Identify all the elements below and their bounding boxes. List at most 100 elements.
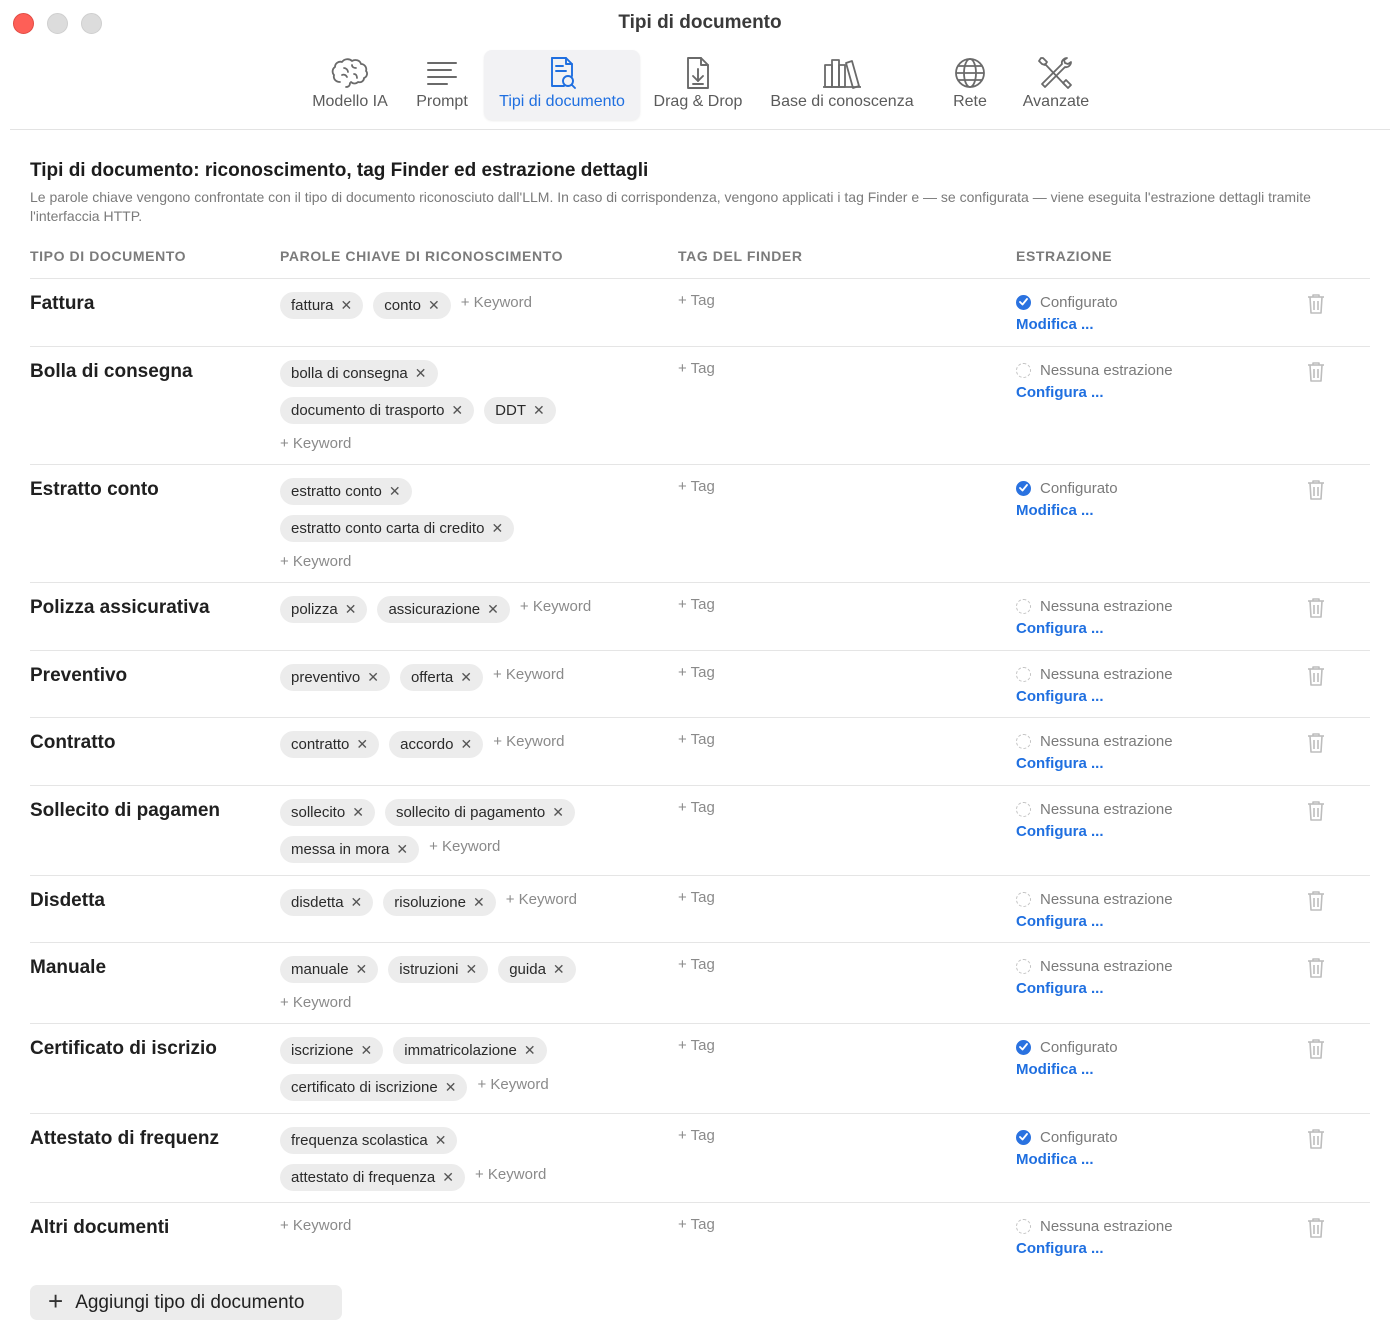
document-type-name[interactable]: Estratto conto: [30, 479, 159, 501]
delete-type-trash-icon[interactable]: [1306, 1217, 1326, 1239]
add-keyword-button[interactable]: + Keyword: [280, 992, 351, 1014]
remove-keyword-icon[interactable]: ✕: [367, 669, 379, 686]
keyword-chip-label: frequenza scolastica: [291, 1132, 428, 1149]
tab-rete[interactable]: Rete: [938, 50, 1002, 120]
add-tag-button[interactable]: + Tag: [678, 360, 715, 377]
remove-keyword-icon[interactable]: ✕: [352, 804, 364, 821]
remove-keyword-icon[interactable]: ✕: [361, 1042, 373, 1059]
add-keyword-button[interactable]: + Keyword: [280, 1215, 351, 1237]
delete-type-trash-icon[interactable]: [1306, 361, 1326, 383]
add-tag-button[interactable]: + Tag: [678, 731, 715, 748]
edit-extraction-link[interactable]: Modifica ...: [1016, 502, 1118, 519]
remove-keyword-icon[interactable]: ✕: [451, 402, 463, 419]
document-type-name[interactable]: Attestato di frequenz: [30, 1128, 219, 1150]
remove-keyword-icon[interactable]: ✕: [428, 297, 440, 314]
remove-keyword-icon[interactable]: ✕: [460, 669, 472, 686]
remove-keyword-icon[interactable]: ✕: [356, 961, 368, 978]
configure-extraction-link[interactable]: Configura ...: [1016, 755, 1173, 772]
delete-type-trash-icon[interactable]: [1306, 957, 1326, 979]
remove-keyword-icon[interactable]: ✕: [445, 1079, 457, 1096]
delete-type-trash-icon[interactable]: [1306, 293, 1326, 315]
remove-keyword-icon[interactable]: ✕: [460, 736, 472, 753]
add-keyword-button[interactable]: + Keyword: [429, 838, 500, 855]
delete-type-trash-icon[interactable]: [1306, 665, 1326, 687]
add-tag-button[interactable]: + Tag: [678, 1037, 715, 1054]
tab-prompt[interactable]: Prompt: [404, 50, 480, 120]
extraction-status: Configurato: [1016, 1037, 1118, 1057]
document-type-name[interactable]: Bolla di consegna: [30, 361, 193, 383]
document-type-name[interactable]: Contratto: [30, 732, 115, 754]
tab-base-di-conoscenza[interactable]: Base di conoscenza: [758, 50, 926, 120]
remove-keyword-icon[interactable]: ✕: [524, 1042, 536, 1059]
tab-modello-ia[interactable]: Modello IA: [300, 50, 400, 120]
configure-extraction-link[interactable]: Configura ...: [1016, 688, 1173, 705]
add-keyword-button[interactable]: + Keyword: [280, 551, 351, 573]
edit-extraction-link[interactable]: Modifica ...: [1016, 316, 1118, 333]
add-keyword-button[interactable]: + Keyword: [280, 433, 351, 455]
remove-keyword-icon[interactable]: ✕: [553, 961, 565, 978]
delete-type-trash-icon[interactable]: [1306, 800, 1326, 822]
add-keyword-button[interactable]: + Keyword: [493, 666, 564, 683]
delete-type-trash-icon[interactable]: [1306, 479, 1326, 501]
document-type-name[interactable]: Preventivo: [30, 665, 127, 687]
edit-extraction-link[interactable]: Modifica ...: [1016, 1061, 1118, 1078]
add-keyword-button[interactable]: + Keyword: [477, 1076, 548, 1093]
document-type-name[interactable]: Manuale: [30, 957, 106, 979]
configure-extraction-link[interactable]: Configura ...: [1016, 823, 1173, 840]
delete-type-trash-icon[interactable]: [1306, 597, 1326, 619]
tab-avanzate[interactable]: Avanzate: [1012, 50, 1100, 120]
add-tag-button[interactable]: + Tag: [678, 596, 715, 613]
configure-extraction-link[interactable]: Configura ...: [1016, 384, 1173, 401]
remove-keyword-icon[interactable]: ✕: [389, 483, 401, 500]
add-tag-button[interactable]: + Tag: [678, 664, 715, 681]
remove-keyword-icon[interactable]: ✕: [415, 365, 427, 382]
remove-keyword-icon[interactable]: ✕: [341, 297, 353, 314]
configure-extraction-link[interactable]: Configura ...: [1016, 913, 1173, 930]
configure-extraction-link[interactable]: Configura ...: [1016, 980, 1173, 997]
remove-keyword-icon[interactable]: ✕: [351, 894, 363, 911]
remove-keyword-icon[interactable]: ✕: [491, 520, 503, 537]
add-keyword-button[interactable]: + Keyword: [506, 891, 577, 908]
add-keyword-button[interactable]: + Keyword: [520, 598, 591, 615]
add-keyword-button[interactable]: + Keyword: [493, 733, 564, 750]
document-type-name[interactable]: Altri documenti: [30, 1217, 169, 1239]
add-tag-button[interactable]: + Tag: [678, 956, 715, 973]
document-type-name[interactable]: Polizza assicurativa: [30, 597, 210, 619]
delete-type-trash-icon[interactable]: [1306, 890, 1326, 912]
configure-extraction-link[interactable]: Configura ...: [1016, 1240, 1173, 1257]
remove-keyword-icon[interactable]: ✕: [435, 1132, 447, 1149]
add-tag-button[interactable]: + Tag: [678, 889, 715, 906]
remove-keyword-icon[interactable]: ✕: [465, 961, 477, 978]
configure-extraction-link[interactable]: Configura ...: [1016, 620, 1173, 637]
toolbar-divider: [10, 129, 1390, 130]
add-tag-button[interactable]: + Tag: [678, 292, 715, 309]
add-keyword-button[interactable]: + Keyword: [475, 1166, 546, 1183]
remove-keyword-icon[interactable]: ✕: [473, 894, 485, 911]
edit-extraction-link[interactable]: Modifica ...: [1016, 1151, 1118, 1168]
document-type-name[interactable]: Fattura: [30, 293, 94, 315]
remove-keyword-icon[interactable]: ✕: [533, 402, 545, 419]
document-type-name[interactable]: Sollecito di pagamen: [30, 800, 220, 822]
remove-keyword-icon[interactable]: ✕: [552, 804, 564, 821]
add-tag-button[interactable]: + Tag: [678, 799, 715, 816]
remove-keyword-icon[interactable]: ✕: [396, 841, 408, 858]
add-document-type-button[interactable]: + Aggiungi tipo di documento: [30, 1285, 342, 1320]
remove-keyword-icon[interactable]: ✕: [356, 736, 368, 753]
delete-type-trash-icon[interactable]: [1306, 1128, 1326, 1150]
books-icon: [758, 50, 926, 92]
add-keyword-button[interactable]: + Keyword: [461, 294, 532, 311]
add-tag-button[interactable]: + Tag: [678, 1127, 715, 1144]
document-type-name[interactable]: Certificato di iscrizio: [30, 1038, 217, 1060]
add-tag-button[interactable]: + Tag: [678, 478, 715, 495]
delete-type-trash-icon[interactable]: [1306, 732, 1326, 754]
document-type-name[interactable]: Disdetta: [30, 890, 105, 912]
remove-keyword-icon[interactable]: ✕: [442, 1169, 454, 1186]
tab-drag-and-drop[interactable]: Drag & Drop: [644, 50, 752, 120]
remove-keyword-icon[interactable]: ✕: [487, 601, 499, 618]
delete-type-trash-icon[interactable]: [1306, 1038, 1326, 1060]
remove-keyword-icon[interactable]: ✕: [345, 601, 357, 618]
keyword-chip: certificato di iscrizione ✕: [280, 1074, 468, 1101]
keyword-chip-label: estratto conto carta di credito: [291, 520, 485, 537]
tab-tipi-di-documento[interactable]: Tipi di documento: [484, 50, 640, 120]
add-tag-button[interactable]: + Tag: [678, 1216, 715, 1233]
